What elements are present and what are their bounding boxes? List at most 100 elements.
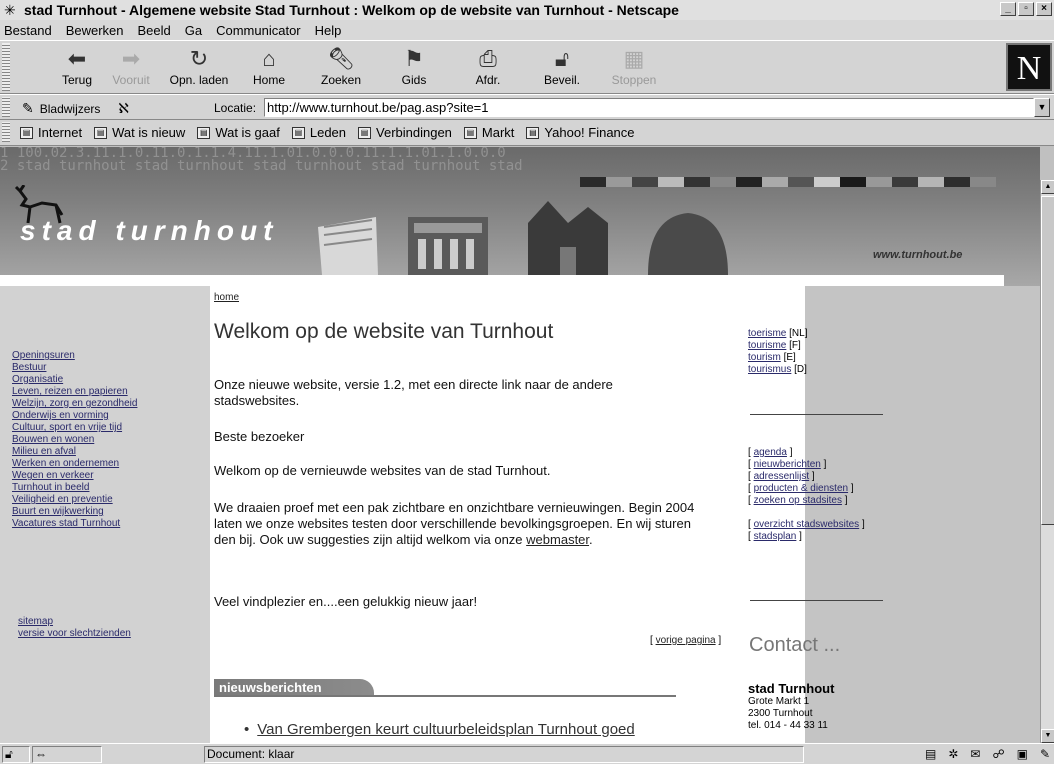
personal-link-wat-is-gaaf[interactable]: ▤ Wat is gaaf xyxy=(197,125,280,140)
navigation-toolbar: ⬅ Terug ➡ Vooruit ↻ Opn. laden ⌂ Home 🔦︎… xyxy=(0,40,1054,94)
url-input[interactable]: http://www.turnhout.be/pag.asp?site=1 xyxy=(264,98,1034,117)
bullet-icon: • xyxy=(244,721,250,738)
mail-icon[interactable]: ✉ xyxy=(970,747,980,761)
home-icon: ⌂ xyxy=(262,46,276,71)
scroll-down-button[interactable]: ▼ xyxy=(1041,729,1054,743)
print-button[interactable]: ⎙ Afdr. xyxy=(453,45,523,87)
guide-button[interactable]: ⚑ Gids xyxy=(379,45,449,87)
bookmark-page-icon: ▤ xyxy=(526,126,540,139)
home-button[interactable]: ⌂ Home xyxy=(234,45,304,87)
personal-link-leden[interactable]: ▤ Leden xyxy=(291,125,347,140)
search-label: Zoeken xyxy=(320,73,362,87)
search-sites-link[interactable]: zoeken op stadsites xyxy=(754,495,842,506)
tourism-link-fr[interactable]: tourisme xyxy=(748,340,786,351)
home-label: Home xyxy=(252,73,285,87)
menu-communicator[interactable]: Communicator xyxy=(216,23,301,38)
bookmarks-button[interactable]: ✎ Bladwijzers ℵ xyxy=(22,100,129,117)
city-map-link[interactable]: stadsplan xyxy=(754,531,797,542)
news-link[interactable]: Van Grembergen keurt cultuurbeleidsplan … xyxy=(257,721,634,738)
agenda-link[interactable]: agenda xyxy=(754,447,787,458)
dock-icon[interactable]: ✎ xyxy=(1040,747,1050,761)
newsgroups-icon[interactable]: ☍ xyxy=(992,747,1004,761)
reload-button[interactable]: ↻ Opn. laden xyxy=(164,45,234,87)
nav-link[interactable]: Bestuur xyxy=(12,362,202,374)
nav-link[interactable]: Onderwijs en vorming xyxy=(12,410,202,422)
netscape-logo: N xyxy=(1006,43,1052,91)
personal-grip[interactable] xyxy=(2,122,10,142)
nav-link[interactable]: Bouwen en wonen xyxy=(12,434,202,446)
products-services-link[interactable]: producten & diensten xyxy=(754,483,849,494)
nav-link[interactable]: Organisatie xyxy=(12,374,202,386)
personal-link-verbindingen[interactable]: ▤ Verbindingen xyxy=(358,125,452,140)
scroll-thumb[interactable] xyxy=(1041,196,1054,525)
location-grip[interactable] xyxy=(2,97,10,117)
url-dropdown-button[interactable]: ▼ xyxy=(1034,98,1050,117)
scroll-up-button[interactable]: ▲ xyxy=(1041,180,1054,194)
nav-link[interactable]: Werken en ondernemen xyxy=(12,458,202,470)
personal-link-yahoo-finance[interactable]: ▤ Yahoo! Finance xyxy=(526,125,635,140)
webmaster-link[interactable]: webmaster xyxy=(526,532,589,547)
language-tag: [NL] xyxy=(789,328,808,339)
breadcrumb-home-link[interactable]: home xyxy=(214,292,239,303)
news-messages-link[interactable]: nieuwberichten xyxy=(754,459,821,470)
menu-beeld[interactable]: Beeld xyxy=(138,23,171,38)
tourism-link-en[interactable]: tourism xyxy=(748,352,781,363)
low-vision-version-link[interactable]: versie voor slechtzienden xyxy=(18,628,131,640)
component-bar: ▤ ✲ ✉ ☍ ▣ ✎ xyxy=(925,747,1050,761)
right-divider xyxy=(750,600,883,601)
composer-icon[interactable]: ▣ xyxy=(1017,747,1028,761)
address-list-link[interactable]: adressenlijst xyxy=(754,471,810,482)
connection-status-icon: ⇔ xyxy=(32,746,102,763)
nav-link[interactable]: Wegen en verkeer xyxy=(12,470,202,482)
nav-link[interactable]: Cultuur, sport en vrije tijd xyxy=(12,422,202,434)
page-proxy-icon[interactable]: ℵ xyxy=(118,100,128,117)
banner-url-text: www.turnhout.be xyxy=(873,249,963,261)
previous-page-link[interactable]: vorige pagina xyxy=(656,635,716,646)
menu-help[interactable]: Help xyxy=(315,23,342,38)
menu-bewerken[interactable]: Bewerken xyxy=(66,23,124,38)
toolbar-grip[interactable] xyxy=(2,43,10,91)
tourism-link-de[interactable]: tourismus xyxy=(748,364,791,375)
menu-ga[interactable]: Ga xyxy=(185,23,202,38)
contact-name: stad Turnhout xyxy=(748,681,835,696)
right-divider xyxy=(750,414,883,415)
nav-link[interactable]: Veiligheid en preventie xyxy=(12,494,202,506)
window-title: stad Turnhout - Algemene website Stad Tu… xyxy=(24,2,679,18)
personal-link-label: Internet xyxy=(38,125,83,140)
vertical-scrollbar[interactable]: ▲ ▼ xyxy=(1040,180,1054,743)
nav-link[interactable]: Buurt en wijkwerking xyxy=(12,506,202,518)
site-logo-text: stad turnhout xyxy=(20,215,279,246)
navigator-icon[interactable]: ✲ xyxy=(948,747,958,761)
nav-link[interactable]: Vacatures stad Turnhout xyxy=(12,518,202,530)
sitemap-link[interactable]: sitemap xyxy=(18,616,131,628)
sites-overview-link[interactable]: overzicht stadswebsites xyxy=(754,519,860,530)
bookmark-page-icon: ▤ xyxy=(197,126,211,139)
tourism-link-nl[interactable]: toerisme xyxy=(748,328,786,339)
site-banner: 1 100.02.3.11.1.0.11.0.1.1.4.11.1.01.0.0… xyxy=(0,147,1040,286)
minimize-button[interactable]: _ xyxy=(1000,2,1016,16)
nav-link[interactable]: Openingsuren xyxy=(12,350,202,362)
close-button[interactable]: × xyxy=(1036,2,1052,16)
stop-button[interactable]: ▦ Stoppen xyxy=(599,45,669,87)
banner-color-blocks xyxy=(580,177,996,187)
personal-link-label: Leden xyxy=(309,125,347,140)
service-row: [ agenda ] xyxy=(748,447,793,458)
forward-button[interactable]: ➡ Vooruit xyxy=(96,45,166,87)
tourism-row: tourismus [D] xyxy=(748,364,807,376)
personal-link-markt[interactable]: ▤ Markt xyxy=(463,125,514,140)
welcome-paragraph: Welkom op de vernieuwde websites van de … xyxy=(214,463,551,478)
security-button[interactable]: 🔓︎ Beveil. xyxy=(527,45,597,87)
search-button[interactable]: 🔦︎ Zoeken xyxy=(306,45,376,87)
nav-link[interactable]: Milieu en afval xyxy=(12,446,202,458)
nav-link[interactable]: Turnhout in beeld xyxy=(12,482,202,494)
component-bar-grip-icon[interactable]: ▤ xyxy=(925,747,936,761)
back-link-wrapper: [ vorige pagina ] xyxy=(650,635,722,646)
nav-link[interactable]: Leven, reizen en papieren xyxy=(12,386,202,398)
personal-link-internet[interactable]: ▤ Internet xyxy=(20,125,82,140)
personal-link-wat-is-nieuw[interactable]: ▤ Wat is nieuw xyxy=(94,125,185,140)
security-status-icon[interactable]: 🔓︎ xyxy=(2,746,30,763)
nav-link[interactable]: Welzijn, zorg en gezondheid xyxy=(12,398,202,410)
status-text: Document: klaar xyxy=(204,746,804,763)
maximize-button[interactable]: ▫ xyxy=(1018,2,1034,16)
menu-bestand[interactable]: Bestand xyxy=(4,23,52,38)
